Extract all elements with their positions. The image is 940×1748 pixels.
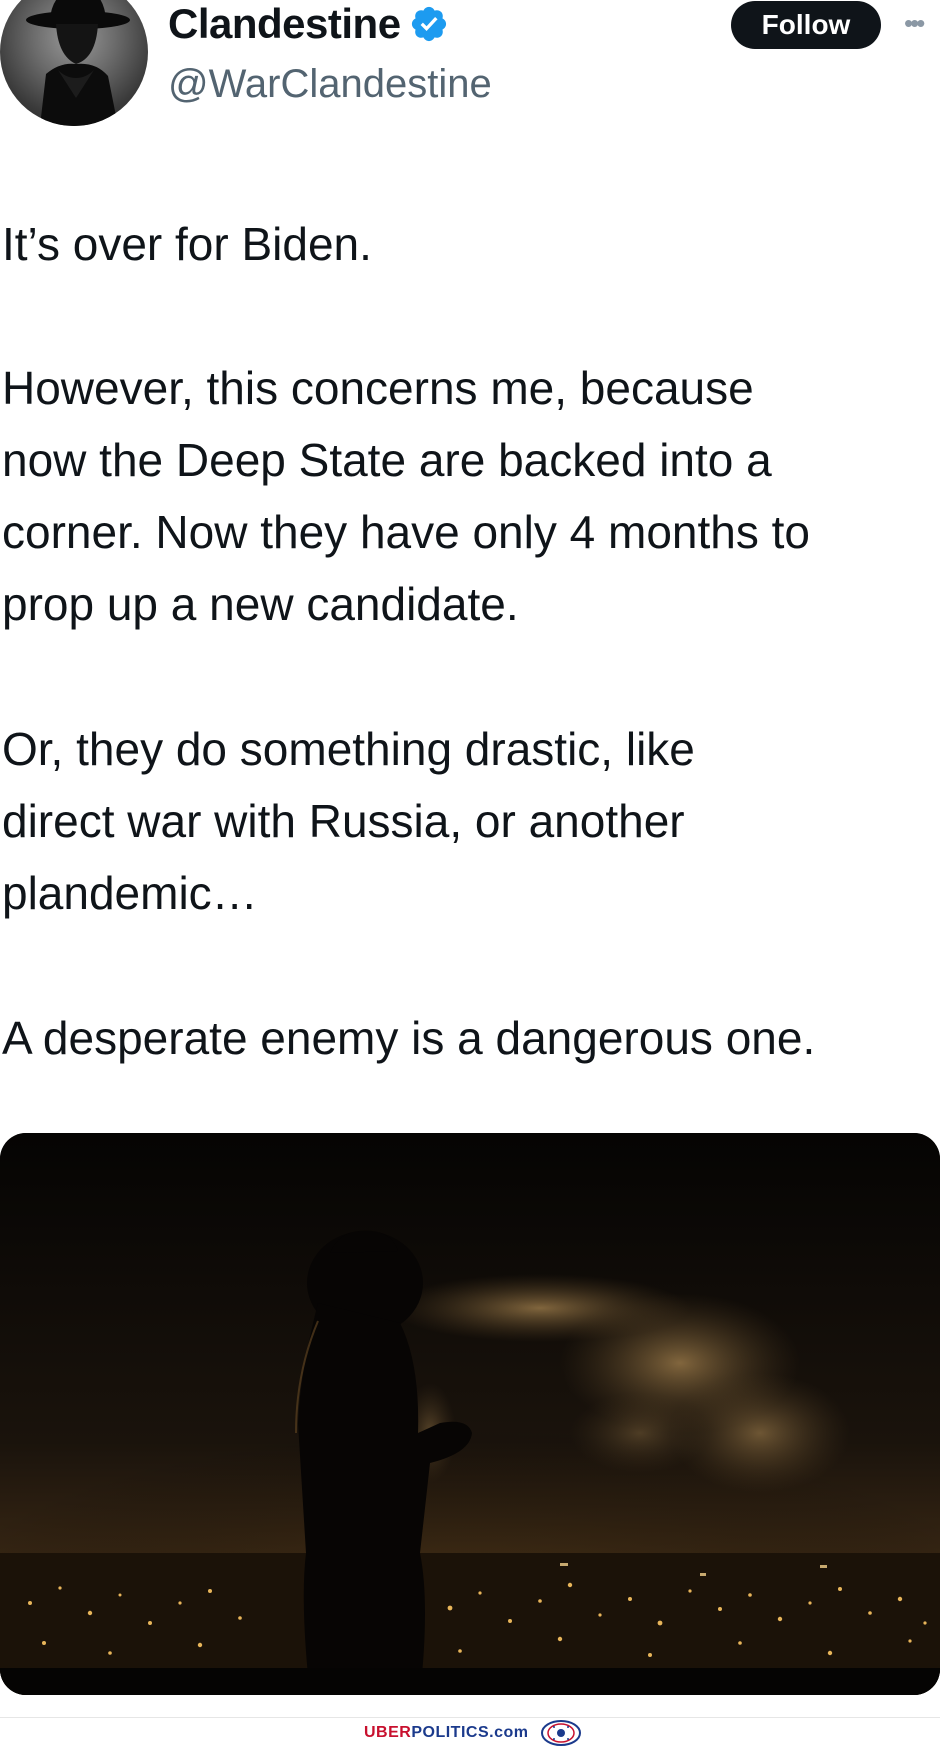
author-name-row[interactable]: Clandestine	[168, 0, 449, 48]
tweet-text-line: Or, they do something drastic, like	[2, 723, 695, 775]
handle[interactable]: @WarClandestine	[168, 60, 492, 108]
tweet-text-line: corner. Now they have only 4 months to	[2, 506, 810, 558]
tweet-text-line: A desperate enemy is a dangerous one.	[2, 1012, 816, 1064]
tweet-text-line: now the Deep State are backed into a	[2, 434, 772, 486]
night-city-scene	[0, 1133, 940, 1695]
more-options-icon[interactable]: •••	[904, 8, 925, 38]
tweet-media-image[interactable]	[0, 1133, 940, 1695]
display-name[interactable]: Clandestine	[168, 0, 401, 48]
watermark-part-blue: POLITICS.com	[411, 1724, 529, 1741]
verified-badge-icon	[411, 6, 446, 42]
uberpolitics-logo-icon	[541, 1720, 582, 1746]
watermark: UBER POLITICS.com	[364, 1720, 582, 1746]
tweet: Clandestine @WarClandestine Follow ••• I…	[0, 0, 940, 1748]
tweet-text-line: plandemic…	[2, 867, 258, 919]
tweet-text-line: However, this concerns me, because	[2, 362, 754, 414]
watermark-part-red: UBER	[364, 1724, 412, 1741]
follow-button[interactable]: Follow	[731, 1, 881, 49]
tweet-text-line: It’s over for Biden.	[2, 218, 372, 270]
avatar[interactable]	[0, 0, 148, 126]
tweet-text-line: prop up a new candidate.	[2, 578, 519, 630]
avatar-silhouette-icon	[26, 0, 130, 126]
tweet-text-line: direct war with Russia, or another	[2, 795, 685, 847]
